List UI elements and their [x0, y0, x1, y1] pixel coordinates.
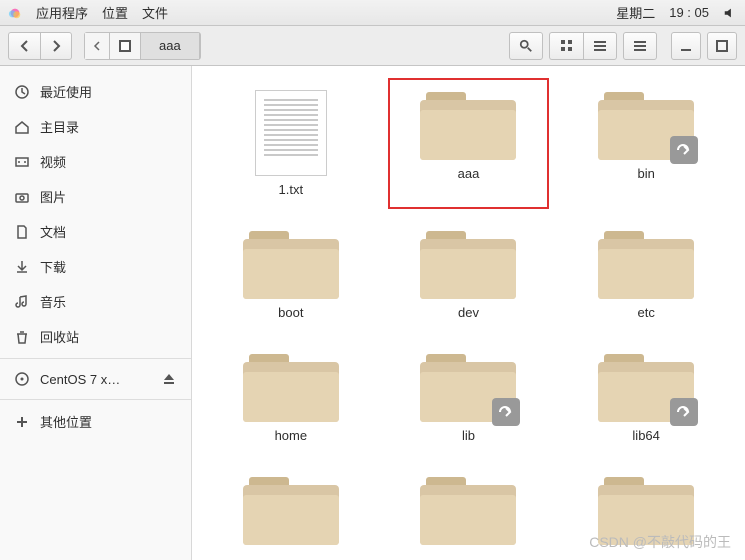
forward-button[interactable]: [40, 32, 72, 60]
item-label: bin: [637, 166, 654, 181]
camera-icon: [14, 189, 30, 205]
folder-item[interactable]: etc: [567, 219, 725, 330]
folder-icon: [598, 229, 694, 299]
breadcrumb-current[interactable]: aaa: [141, 33, 200, 59]
sidebar-item-1[interactable]: 主目录: [0, 109, 191, 144]
toolbar: aaa: [0, 26, 745, 66]
file-item[interactable]: 1.txt: [212, 80, 370, 207]
disc-icon: [14, 371, 30, 387]
sidebar-item-label: 文档: [40, 222, 66, 241]
doc-icon: [14, 224, 30, 240]
music-icon: [14, 294, 30, 310]
sidebar-item-4[interactable]: 文档: [0, 214, 191, 249]
sidebar-item-5[interactable]: 下载: [0, 249, 191, 284]
folder-item[interactable]: boot: [212, 219, 370, 330]
folder-icon: [243, 229, 339, 299]
menu-files[interactable]: 文件: [142, 3, 168, 22]
file-grid: 1.txt aaa bin boot dev etc home lib lib64: [192, 66, 745, 560]
view-icons-button[interactable]: [549, 32, 583, 60]
clock-time[interactable]: 19 : 05: [669, 5, 709, 20]
text-file-icon: [255, 90, 327, 176]
trash-icon: [14, 329, 30, 345]
sidebar-item-label: 主目录: [40, 117, 79, 136]
folder-icon: [420, 352, 516, 422]
sidebar-item-label: 图片: [40, 187, 66, 206]
download-icon: [14, 259, 30, 275]
item-label: home: [275, 428, 308, 443]
folder-icon: [243, 475, 339, 545]
sidebar-item-other[interactable]: 其他位置: [0, 404, 191, 439]
menu-button[interactable]: [623, 32, 657, 60]
symlink-badge-icon: [670, 136, 698, 164]
maximize-button[interactable]: [707, 32, 737, 60]
sidebar-item-6[interactable]: 音乐: [0, 284, 191, 319]
video-icon: [14, 154, 30, 170]
view-list-button[interactable]: [583, 32, 617, 60]
menu-apps[interactable]: 应用程序: [36, 3, 88, 22]
item-label: boot: [278, 305, 303, 320]
clock-day[interactable]: 星期二: [616, 3, 655, 22]
item-label: 1.txt: [279, 182, 304, 197]
symlink-badge-icon: [492, 398, 520, 426]
sidebar-item-label: CentOS 7 x…: [40, 372, 120, 387]
minimize-button[interactable]: [671, 32, 701, 60]
search-button[interactable]: [509, 32, 543, 60]
item-label: aaa: [458, 166, 480, 181]
item-label: lib: [462, 428, 475, 443]
sidebar-item-label: 其他位置: [40, 412, 92, 431]
folder-item[interactable]: lib64: [567, 342, 725, 453]
sidebar-item-3[interactable]: 图片: [0, 179, 191, 214]
sidebar-item-label: 音乐: [40, 292, 66, 311]
breadcrumb-disk-icon[interactable]: [110, 33, 141, 59]
sidebar-item-disc[interactable]: CentOS 7 x…: [0, 363, 191, 395]
home-icon: [14, 119, 30, 135]
item-label: etc: [637, 305, 654, 320]
clock-icon: [14, 84, 30, 100]
folder-icon: [243, 352, 339, 422]
folder-icon: [420, 229, 516, 299]
folder-item[interactable]: lib: [390, 342, 548, 453]
folder-icon: [420, 90, 516, 160]
folder-item[interactable]: dev: [390, 219, 548, 330]
sidebar-item-7[interactable]: 回收站: [0, 319, 191, 354]
sidebar-item-0[interactable]: 最近使用: [0, 74, 191, 109]
folder-item[interactable]: aaa: [390, 80, 548, 207]
folder-item[interactable]: [212, 465, 370, 560]
volume-icon[interactable]: [723, 6, 737, 20]
back-button[interactable]: [8, 32, 40, 60]
folder-item[interactable]: [390, 465, 548, 560]
symlink-badge-icon: [670, 398, 698, 426]
activities-icon: [8, 6, 22, 20]
sidebar-item-label: 回收站: [40, 327, 79, 346]
folder-icon: [598, 90, 694, 160]
folder-item[interactable]: home: [212, 342, 370, 453]
sidebar-item-label: 下载: [40, 257, 66, 276]
sidebar: 最近使用主目录视频图片文档下载音乐回收站 CentOS 7 x… 其他位置: [0, 66, 192, 560]
eject-icon[interactable]: [161, 371, 177, 387]
top-panel: 应用程序 位置 文件 星期二 19 : 05: [0, 0, 745, 26]
sidebar-item-label: 最近使用: [40, 82, 92, 101]
breadcrumb: aaa: [84, 32, 201, 60]
item-label: lib64: [632, 428, 659, 443]
breadcrumb-prev[interactable]: [85, 33, 110, 59]
folder-icon: [420, 475, 516, 545]
menu-places[interactable]: 位置: [102, 3, 128, 22]
sidebar-item-label: 视频: [40, 152, 66, 171]
folder-icon: [598, 352, 694, 422]
watermark: CSDN @不敲代码的王: [589, 532, 731, 552]
item-label: dev: [458, 305, 479, 320]
folder-item[interactable]: bin: [567, 80, 725, 207]
sidebar-item-2[interactable]: 视频: [0, 144, 191, 179]
plus-icon: [14, 414, 30, 430]
